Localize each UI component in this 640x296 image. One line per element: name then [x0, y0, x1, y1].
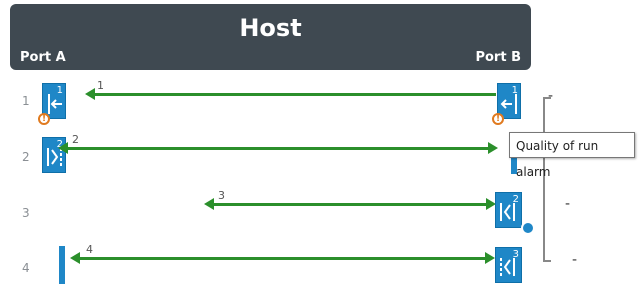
link-arrow-4[interactable]: 4 [70, 243, 495, 264]
link-label-3: 3 [218, 189, 225, 202]
link-arrow-3[interactable]: 3 [204, 189, 496, 210]
port-b-label: Port B [475, 50, 521, 65]
row-number-2: 2 [22, 150, 30, 164]
status-dash-3: - [565, 196, 571, 212]
status-dash-4: - [572, 252, 578, 268]
link-label-2: 2 [72, 133, 79, 146]
host-header: Host Port A Port B [10, 4, 531, 70]
port-b-tile-4[interactable]: 3 [495, 247, 522, 283]
link-arrow-2[interactable]: 2 [58, 133, 498, 154]
alarm-icon[interactable]: ! [492, 113, 504, 125]
gear-icon[interactable] [521, 221, 535, 235]
link-label-1: 1 [97, 79, 104, 92]
multiplex-icon [500, 203, 515, 221]
bracket-bottom [543, 260, 551, 262]
link-arrow-1[interactable]: 1 [85, 79, 496, 100]
row-number-3: 3 [22, 206, 30, 220]
row-number-1: 1 [22, 94, 30, 108]
alarm-tooltip: Quality of run alarm [509, 132, 635, 179]
port-a-label: Port A [20, 50, 66, 65]
status-dash-1: - [548, 88, 554, 104]
link-label-4: 4 [86, 243, 93, 256]
port-b-tile-3[interactable]: 2 [495, 192, 522, 228]
port-a-bar-4[interactable] [59, 246, 65, 284]
row-number-4: 4 [22, 261, 30, 275]
host-title: Host [239, 14, 302, 42]
alarm-icon[interactable]: ! [38, 113, 50, 125]
multiplex-icon [500, 258, 515, 276]
